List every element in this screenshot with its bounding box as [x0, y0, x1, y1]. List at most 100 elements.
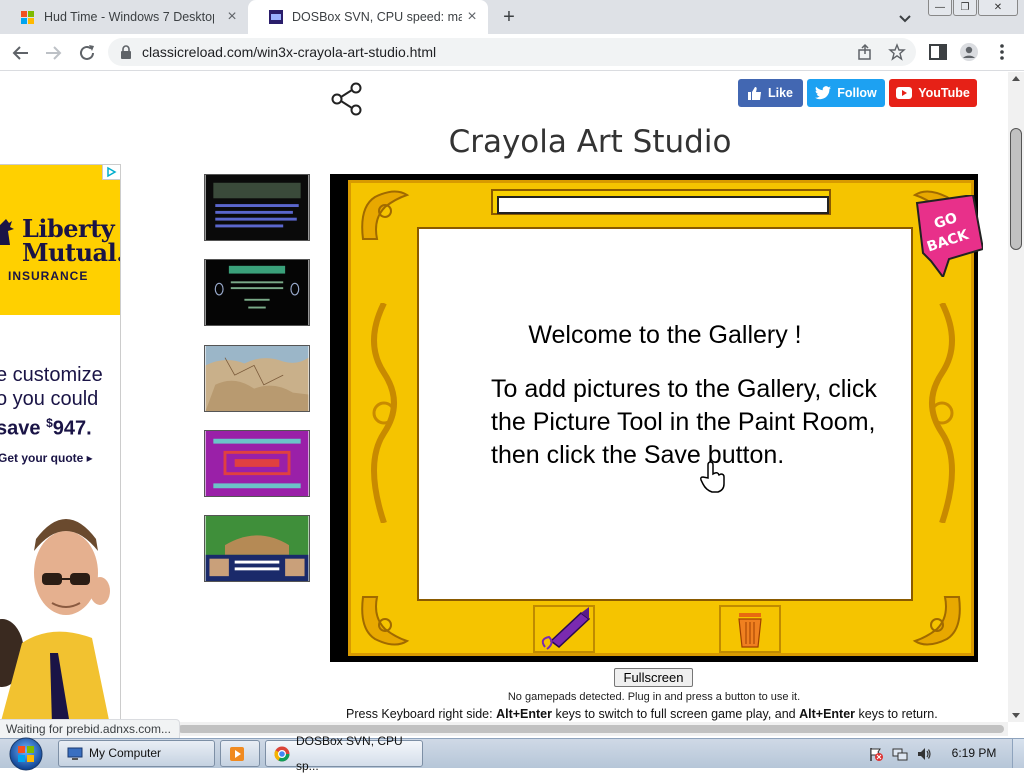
url-text: classicreload.com/win3x-crayola-art-stud…: [142, 44, 437, 60]
ad-pitch-line-3: save $947.: [0, 411, 103, 441]
taskbar-my-computer[interactable]: My Computer: [58, 740, 215, 767]
ad-pitch: e customize o you could save $947.: [0, 363, 103, 441]
taskbar-label: My Computer: [89, 746, 162, 760]
get-quote-link[interactable]: Get your quote ▸: [0, 451, 93, 465]
vertical-scrollbar[interactable]: [1008, 72, 1024, 722]
like-label: Like: [767, 86, 793, 100]
address-bar[interactable]: classicreload.com/win3x-crayola-art-stud…: [108, 38, 916, 66]
close-window-button[interactable]: ✕: [978, 0, 1018, 16]
bookmark-star-icon[interactable]: [888, 43, 906, 61]
crayon-icon: [541, 607, 591, 650]
chrome-icon: [274, 746, 290, 761]
gamepad-note: No gamepads detected. Plug in and press …: [507, 691, 801, 703]
ornament-left: [371, 303, 397, 523]
facebook-like-button[interactable]: Like: [738, 79, 803, 107]
picture-name-field[interactable]: [497, 196, 829, 214]
start-button[interactable]: [6, 737, 46, 771]
liberty-mutual-ad[interactable]: Liberty Mutual. INSURANCE e customize o …: [0, 164, 121, 722]
volume-speaker-icon[interactable]: [916, 746, 932, 762]
network-icon[interactable]: [892, 746, 908, 762]
go-back-button[interactable]: GO BACK: [913, 195, 983, 277]
profile-avatar-icon[interactable]: [959, 42, 979, 62]
tab-title: Hud Time - Windows 7 Desktop (: [44, 10, 214, 24]
ad-brand-2: Mutual.: [22, 238, 121, 267]
kbd-text: keys to switch to full screen game play,…: [552, 707, 800, 721]
share-nodes-icon[interactable]: [330, 82, 364, 116]
gallery-instructions: To add pictures to the Gallery, click th…: [491, 375, 877, 469]
thumbs-up-icon: [747, 87, 761, 100]
twitter-bird-icon: [815, 86, 832, 100]
browser-toolbar: classicreload.com/win3x-crayola-art-stud…: [0, 34, 1024, 71]
side-panel-icon[interactable]: [928, 42, 948, 62]
taskbar-chrome[interactable]: DOSBox SVN, CPU sp...: [265, 734, 423, 773]
ad-pitch-line-1: e customize: [0, 364, 103, 386]
youtube-button[interactable]: YouTube: [889, 79, 977, 107]
windows-logo-icon: [21, 11, 34, 24]
scroll-up-arrow-icon[interactable]: [1012, 76, 1020, 81]
keyboard-instructions: Press Keyboard right side: Alt+Enter key…: [346, 707, 938, 721]
close-tab-icon[interactable]: ×: [464, 9, 480, 25]
game-thumbnail-4[interactable]: [204, 430, 310, 497]
dosbox-game-canvas[interactable]: Welcome to the Gallery ! To add pictures…: [330, 174, 983, 662]
dosbox-icon: [269, 10, 283, 24]
minimize-button[interactable]: —: [928, 0, 952, 16]
ad-choices-icon[interactable]: [102, 165, 120, 180]
youtube-label: YouTube: [918, 86, 970, 100]
show-desktop-button[interactable]: [1012, 739, 1024, 768]
new-tab-button[interactable]: +: [498, 6, 520, 28]
tab-dosbox[interactable]: DOSBox SVN, CPU speed: max 10 ×: [248, 0, 488, 34]
tab-title: DOSBox SVN, CPU speed: max 10: [292, 10, 462, 24]
taskbar-clock[interactable]: 6:19 PM: [944, 739, 1004, 768]
follow-label: Follow: [837, 86, 877, 100]
scroll-down-arrow-icon[interactable]: [1012, 713, 1020, 718]
statue-of-liberty-icon: [0, 219, 14, 245]
restore-button[interactable]: ❐: [953, 0, 977, 16]
kbd-text: keys to return.: [855, 707, 938, 721]
tab-hud-time[interactable]: Hud Time - Windows 7 Desktop ( ×: [0, 0, 248, 34]
fullscreen-button[interactable]: Fullscreen: [614, 668, 693, 687]
taskbar-media-player[interactable]: [220, 740, 260, 767]
kbd-text: Press Keyboard right side:: [346, 707, 497, 721]
reload-icon[interactable]: [76, 42, 98, 64]
ornament-corner: [361, 190, 410, 240]
game-thumbnail-3[interactable]: [204, 345, 310, 412]
ad-brand-3: INSURANCE: [8, 269, 89, 283]
kbd-key: Alt+Enter: [799, 707, 856, 721]
ornament-right: [929, 303, 955, 523]
gallery-frame: Welcome to the Gallery ! To add pictures…: [348, 180, 983, 656]
game-thumbnail-2[interactable]: [204, 259, 310, 326]
share-icon[interactable]: [856, 43, 874, 61]
trash-can-button[interactable]: [719, 605, 781, 653]
twitter-follow-button[interactable]: Follow: [807, 79, 885, 107]
game-thumbnail-1[interactable]: [204, 174, 310, 241]
scrollbar-thumb[interactable]: [1010, 128, 1022, 250]
action-center-flag-icon[interactable]: [868, 746, 884, 762]
ad-amount: 947.: [52, 417, 92, 440]
close-tab-icon[interactable]: ×: [224, 9, 240, 25]
media-player-icon: [230, 746, 244, 761]
ad-person-image: [0, 503, 120, 722]
ornament-corner: [912, 596, 961, 646]
hand-pointer-cursor-icon: [700, 461, 725, 493]
ad-banner-yellow: Liberty Mutual. INSURANCE: [0, 165, 120, 315]
page-viewport: Like Follow YouTube Crayola Art Studio L…: [0, 72, 1008, 722]
welcome-heading: Welcome to the Gallery !: [528, 321, 802, 349]
ad-dollar: $: [46, 416, 53, 430]
ad-pitch-line-2: o you could: [0, 388, 99, 410]
lock-icon: [121, 45, 131, 59]
kebab-menu-icon[interactable]: [992, 42, 1012, 62]
back-arrow-icon[interactable]: [10, 42, 32, 64]
taskbar-label: DOSBox SVN, CPU sp...: [296, 733, 403, 773]
game-thumbnail-5[interactable]: [204, 515, 310, 582]
status-bar: Waiting for prebid.adnxs.com...: [0, 719, 180, 739]
forward-arrow-icon[interactable]: [42, 42, 64, 64]
browser-tab-strip: Hud Time - Windows 7 Desktop ( × DOSBox …: [0, 0, 1024, 34]
youtube-play-icon: [896, 87, 913, 99]
gallery-canvas[interactable]: Welcome to the Gallery ! To add pictures…: [417, 227, 913, 601]
page-title: Crayola Art Studio: [448, 124, 732, 160]
chevron-down-icon[interactable]: [896, 9, 914, 27]
ornament-corner: [361, 596, 410, 646]
computer-icon: [67, 747, 83, 760]
windows-taskbar: My Computer DOSBox SVN, CPU sp... 6:19 P…: [0, 734, 1024, 773]
paint-room-crayon-button[interactable]: [533, 605, 595, 653]
